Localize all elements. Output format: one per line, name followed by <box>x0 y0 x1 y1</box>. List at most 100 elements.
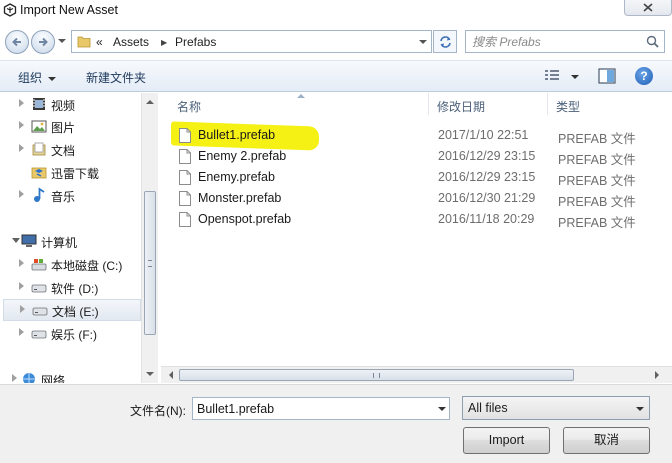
cancel-button[interactable]: 取消 <box>563 427 650 454</box>
chevron-down-icon <box>571 75 579 79</box>
drive-icon <box>32 307 48 316</box>
address-segment-prefabs[interactable]: Prefabs <box>175 35 216 49</box>
network-icon <box>23 373 35 383</box>
file-row[interactable]: Monster.prefab 2016/12/30 21:29 PREFAB 文… <box>163 188 659 209</box>
nav-item-network[interactable]: 网络 <box>0 368 140 383</box>
chevron-down-icon[interactable] <box>438 407 446 411</box>
search-box[interactable] <box>465 30 665 53</box>
nav-item-drive-d[interactable]: 软件 (D:) <box>0 276 140 298</box>
address-bar[interactable]: « Assets ▶ Prefabs <box>71 30 432 53</box>
nav-item-drive-f[interactable]: 娱乐 (F:) <box>0 322 140 344</box>
new-folder-button[interactable]: 新建文件夹 <box>86 69 146 86</box>
scroll-right-arrow-icon[interactable] <box>655 371 659 379</box>
back-button[interactable] <box>5 30 29 54</box>
column-header-label: 修改日期 <box>437 100 486 114</box>
scrollbar-thumb[interactable] <box>144 191 156 335</box>
file-date: 2017/1/10 22:51 <box>438 128 529 142</box>
scroll-left-arrow-icon[interactable] <box>169 371 173 379</box>
file-row[interactable]: Bullet1.prefab 2017/1/10 22:51 PREFAB 文件 <box>163 125 659 146</box>
title-bar: Import New Asset <box>0 0 672 22</box>
video-library-icon <box>33 98 45 110</box>
import-button[interactable]: Import <box>463 427 550 454</box>
expand-arrow-icon[interactable] <box>20 305 25 313</box>
file-row[interactable]: Enemy.prefab 2016/12/29 23:15 PREFAB 文件 <box>163 167 659 188</box>
column-header-date-modified[interactable]: 修改日期 <box>429 93 548 115</box>
recent-pages-button[interactable] <box>58 39 66 43</box>
scroll-down-arrow-icon[interactable] <box>146 372 154 376</box>
file-date: 2016/12/29 23:15 <box>438 149 536 163</box>
nav-item-documents[interactable]: 文档 <box>0 138 140 160</box>
collapse-arrow-icon[interactable] <box>12 238 20 243</box>
nav-item-label: 娱乐 (F:) <box>51 328 97 342</box>
dialog-footer: 文件名(N): All files Import 取消 <box>0 384 672 463</box>
file-icon <box>179 170 191 185</box>
expand-arrow-icon[interactable] <box>19 99 24 107</box>
file-icon <box>179 149 191 164</box>
nav-item-drive-e[interactable]: 文档 (E:) <box>3 299 141 321</box>
music-library-icon <box>34 187 45 202</box>
filename-input[interactable] <box>197 401 427 417</box>
file-date: 2016/12/30 21:29 <box>438 191 536 205</box>
expand-arrow-icon[interactable] <box>19 190 24 198</box>
file-type: PREFAB 文件 <box>558 153 636 167</box>
expand-arrow-icon[interactable] <box>19 328 24 336</box>
file-date: 2016/11/18 20:29 <box>438 212 535 226</box>
address-overflow[interactable]: « <box>96 35 103 49</box>
nav-item-music[interactable]: 音乐 <box>0 184 140 206</box>
view-list-icon <box>545 70 559 80</box>
picture-library-icon <box>31 120 47 133</box>
file-type-filter-value: All files <box>468 401 508 415</box>
nav-item-drive-c[interactable]: 本地磁盘 (C:) <box>0 253 140 275</box>
column-header-type[interactable]: 类型 <box>548 93 672 115</box>
nav-item-label: 网络 <box>41 374 66 383</box>
file-type: PREFAB 文件 <box>558 216 636 230</box>
expand-arrow-icon[interactable] <box>19 259 24 267</box>
address-dropdown-button[interactable] <box>413 31 431 52</box>
search-icon <box>646 35 659 48</box>
preview-pane-button[interactable] <box>598 68 616 84</box>
computer-icon <box>21 234 37 247</box>
nav-item-videos[interactable]: 视频 <box>0 93 140 115</box>
file-name: Monster.prefab <box>198 191 282 205</box>
scroll-up-arrow-icon[interactable] <box>146 100 154 104</box>
address-separator[interactable]: ▶ <box>161 38 167 47</box>
search-input[interactable] <box>472 34 632 50</box>
file-row[interactable]: Enemy 2.prefab 2016/12/29 23:15 PREFAB 文… <box>163 146 659 167</box>
filename-combobox[interactable] <box>192 397 450 420</box>
file-name: Openspot.prefab <box>198 212 292 226</box>
file-date: 2016/12/29 23:15 <box>438 170 536 184</box>
nav-item-label: 文档 (E:) <box>52 305 99 319</box>
nav-item-label: 软件 (D:) <box>51 282 99 296</box>
close-button[interactable] <box>624 0 672 16</box>
scrollbar-thumb[interactable] <box>179 369 574 381</box>
nav-item-label: 本地磁盘 (C:) <box>51 259 123 273</box>
nav-item-computer[interactable]: 计算机 <box>0 230 140 252</box>
nav-item-thunder-downloads[interactable]: 迅雷下载 <box>0 161 140 183</box>
file-icon <box>179 128 191 143</box>
document-library-icon <box>32 142 46 156</box>
expand-arrow-icon[interactable] <box>19 282 24 290</box>
expand-arrow-icon[interactable] <box>12 374 17 382</box>
refresh-icon <box>440 36 451 48</box>
nav-pane-scrollbar[interactable] <box>141 93 158 383</box>
expand-arrow-icon[interactable] <box>19 121 24 129</box>
window-title: Import New Asset <box>20 3 118 17</box>
nav-item-pictures[interactable]: 图片 <box>0 115 140 137</box>
refresh-button[interactable] <box>433 30 457 53</box>
expand-arrow-icon[interactable] <box>19 144 24 152</box>
change-view-button[interactable] <box>544 69 580 85</box>
file-list-pane: 名称 修改日期 类型 Bullet1.prefab 2017/1/10 22:5… <box>161 93 672 383</box>
file-name: Enemy.prefab <box>198 170 275 184</box>
organize-menu-button[interactable]: 组织 <box>18 69 57 86</box>
arrow-left-icon <box>12 37 21 47</box>
column-header-name[interactable]: 名称 <box>161 93 429 115</box>
forward-button[interactable] <box>31 30 55 54</box>
help-button[interactable]: ? <box>635 67 653 85</box>
address-segment-assets[interactable]: Assets <box>113 35 149 49</box>
file-list-horizontal-scrollbar[interactable] <box>161 366 672 383</box>
file-type-filter-select[interactable]: All files <box>462 396 650 420</box>
file-row[interactable]: Openspot.prefab 2016/11/18 20:29 PREFAB … <box>163 209 659 230</box>
close-icon <box>643 3 653 12</box>
chevron-down-icon <box>48 76 57 81</box>
command-toolbar: 组织 新建文件夹 ? <box>0 60 672 92</box>
